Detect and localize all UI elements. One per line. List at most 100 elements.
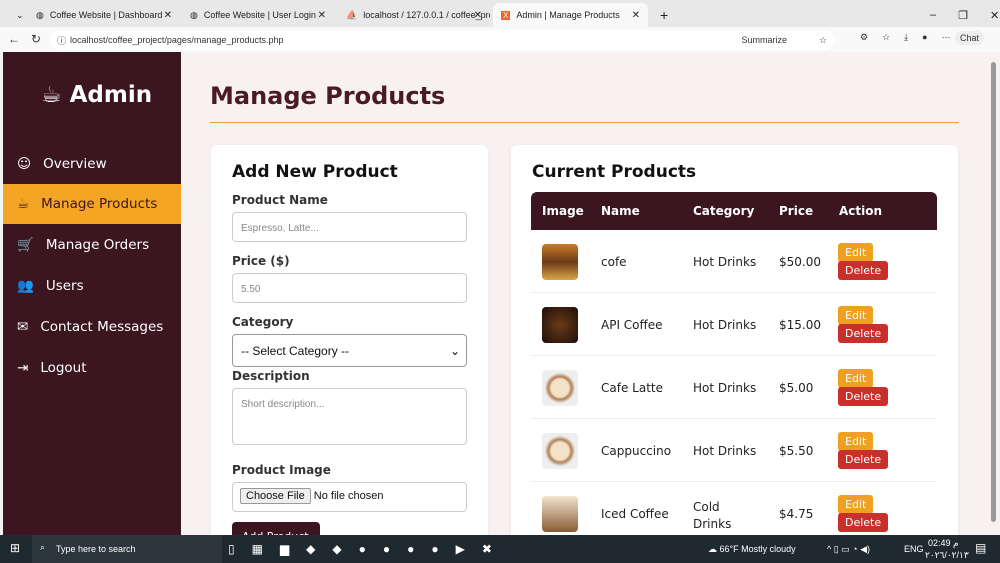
- favorite-icon[interactable]: ☆: [819, 35, 827, 46]
- edit-button[interactable]: Edit: [838, 243, 873, 262]
- refresh-icon[interactable]: ↻: [31, 32, 41, 46]
- close-icon[interactable]: ✕: [474, 10, 482, 21]
- tray-icons[interactable]: ^ ▯ ▭ ◔ ◀): [827, 544, 870, 555]
- product-name: cofe: [601, 255, 627, 269]
- coffee-cup-icon: ☕: [41, 82, 62, 108]
- file-input[interactable]: Choose File No file chosen: [232, 482, 467, 512]
- url-input[interactable]: ⓘlocalhost/coffee_project/pages/manage_p…: [50, 30, 835, 50]
- product-name: Cappuccino: [601, 444, 671, 458]
- back-icon[interactable]: ←: [8, 32, 20, 46]
- products-card: Current Products Image Name Category Pri…: [511, 145, 958, 535]
- table-header: Image Name Category Price Action: [531, 192, 937, 230]
- description-textarea[interactable]: Short description...: [232, 388, 467, 445]
- taskbar-search[interactable]: ⌕Type here to search: [32, 535, 222, 563]
- close-icon[interactable]: ✕: [164, 10, 172, 21]
- delete-button[interactable]: Delete: [838, 261, 888, 280]
- tab-manage-products[interactable]: XAdmin | Manage Products✕: [493, 3, 648, 27]
- brand: ☕Admin: [41, 82, 152, 108]
- sidebar-item-users[interactable]: 👥Users: [3, 266, 181, 306]
- product-image: [542, 307, 578, 343]
- globe-icon: ◍: [190, 10, 198, 21]
- product-image: [542, 496, 578, 532]
- col-name: Name: [601, 204, 640, 218]
- close-icon[interactable]: ✕: [318, 10, 326, 21]
- product-price: $4.75: [779, 507, 813, 521]
- edit-button[interactable]: Edit: [838, 495, 873, 514]
- sidebar-item-overview[interactable]: ☺Overview: [3, 144, 181, 184]
- product-price: $50.00: [779, 255, 821, 269]
- new-tab-button[interactable]: +: [652, 3, 676, 27]
- close-window-icon[interactable]: ✕: [990, 9, 999, 22]
- sidebar-item-manage-products[interactable]: ☕Manage Products: [3, 184, 181, 224]
- delete-button[interactable]: Delete: [838, 513, 888, 532]
- col-action: Action: [839, 204, 882, 218]
- product-category: Cold Drinks: [693, 499, 753, 533]
- name-label: Product Name: [232, 193, 328, 207]
- pinned-apps[interactable]: ▯▦▆◆◆●●●●▶✖: [228, 542, 509, 556]
- globe-icon: ◍: [36, 10, 44, 21]
- coffee-icon: ☕: [17, 196, 29, 212]
- table-title: Current Products: [532, 162, 696, 182]
- windows-start-icon[interactable]: ⊞: [10, 541, 20, 555]
- weather[interactable]: ☁ 66°F Mostly cloudy: [708, 544, 796, 555]
- cart-icon: 🛒: [17, 237, 34, 253]
- info-icon: ⓘ: [57, 34, 66, 47]
- clock-date[interactable]: ٢٠٢٦/٠٢/١٣: [925, 550, 969, 561]
- tab-list-button[interactable]: ⌄: [8, 3, 28, 27]
- product-image: [542, 244, 578, 280]
- tab-dashboard[interactable]: ◍Coffee Website | Dashboard✕: [28, 3, 180, 27]
- table-row: Cappuccino Hot Drinks $5.50 Edit Delete: [531, 419, 937, 482]
- product-price: $15.00: [779, 318, 821, 332]
- envelope-icon: ✉: [17, 319, 28, 335]
- chevron-down-icon: ⌄: [450, 344, 460, 358]
- xampp-icon: X: [501, 11, 510, 20]
- image-label: Product Image: [232, 463, 331, 477]
- delete-button[interactable]: Delete: [838, 387, 888, 406]
- delete-button[interactable]: Delete: [838, 324, 888, 343]
- close-icon[interactable]: ✕: [632, 10, 640, 21]
- category-label: Category: [232, 315, 293, 329]
- language[interactable]: ENG: [904, 544, 924, 554]
- product-name: Iced Coffee: [601, 507, 669, 521]
- col-image: Image: [542, 204, 584, 218]
- product-name: API Coffee: [601, 318, 663, 332]
- notifications-icon[interactable]: ▤: [975, 541, 986, 555]
- product-category: Hot Drinks: [693, 255, 756, 269]
- col-price: Price: [779, 204, 813, 218]
- dashboard-icon: ☺: [17, 156, 31, 172]
- price-input[interactable]: 5.50: [232, 273, 467, 303]
- product-name: Cafe Latte: [601, 381, 663, 395]
- description-label: Description: [232, 369, 310, 383]
- tab-phpmyadmin[interactable]: ⛵localhost / 127.0.0.1 / coffee_proj✕: [338, 3, 490, 27]
- toolbar-icons[interactable]: ⚙☆⤓●⋯: [860, 32, 965, 43]
- product-price: $5.50: [779, 444, 813, 458]
- product-category: Hot Drinks: [693, 318, 756, 332]
- sidebar: ☕Admin ☺Overview ☕Manage Products 🛒Manag…: [3, 52, 181, 535]
- tab-login[interactable]: ◍Coffee Website | User Login✕: [182, 3, 334, 27]
- price-label: Price ($): [232, 254, 290, 268]
- clock-time[interactable]: 02:49 م: [928, 538, 959, 549]
- sidebar-item-logout[interactable]: ⇥Logout: [3, 348, 181, 388]
- users-icon: 👥: [17, 278, 34, 294]
- category-select[interactable]: -- Select Category --⌄: [232, 334, 467, 367]
- chat-button[interactable]: Chat: [955, 31, 984, 45]
- choose-file-button[interactable]: Choose File: [240, 488, 311, 504]
- minimize-icon[interactable]: –: [930, 9, 936, 21]
- edit-button[interactable]: Edit: [838, 369, 873, 388]
- phpmyadmin-icon: ⛵: [346, 10, 357, 21]
- restore-icon[interactable]: ❐: [958, 9, 968, 22]
- summarize-button[interactable]: Summarize: [741, 35, 787, 45]
- add-product-button[interactable]: Add Product: [232, 522, 320, 535]
- table-row: Cafe Latte Hot Drinks $5.00 Edit Delete: [531, 356, 937, 419]
- sidebar-item-manage-orders[interactable]: 🛒Manage Orders: [3, 225, 181, 265]
- search-icon: ⌕: [40, 542, 45, 553]
- window-controls[interactable]: – ❐ ✕: [922, 3, 1000, 27]
- delete-button[interactable]: Delete: [838, 450, 888, 469]
- scrollbar[interactable]: [988, 52, 1000, 535]
- edit-button[interactable]: Edit: [838, 432, 873, 451]
- add-product-form: Add New Product Product Name Espresso, L…: [211, 145, 488, 535]
- sidebar-item-contact-messages[interactable]: ✉Contact Messages: [3, 307, 181, 347]
- edit-button[interactable]: Edit: [838, 306, 873, 325]
- product-name-input[interactable]: Espresso, Latte...: [232, 212, 467, 242]
- product-price: $5.00: [779, 381, 813, 395]
